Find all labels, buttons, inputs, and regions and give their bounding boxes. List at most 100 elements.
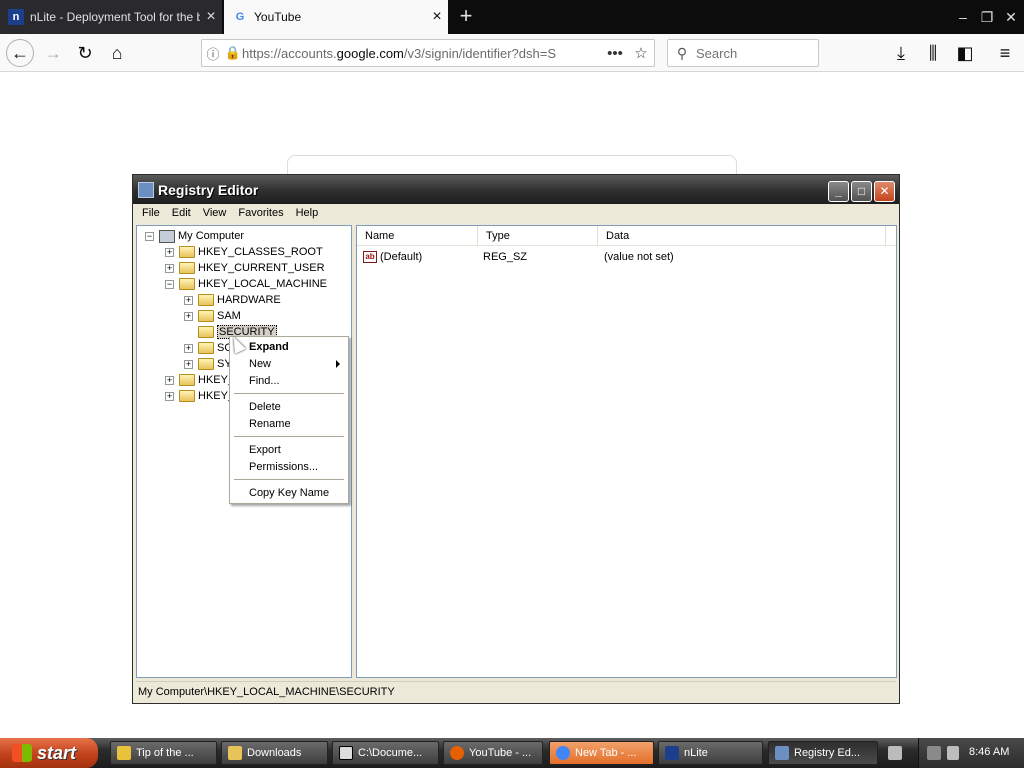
values-list[interactable]: Name Type Data ab (Default) REG_SZ (valu… bbox=[356, 225, 897, 678]
tree-label[interactable]: My Computer bbox=[178, 230, 244, 242]
menu-item-new[interactable]: New bbox=[232, 356, 346, 372]
tab-close-icon[interactable]: × bbox=[426, 8, 448, 26]
menu-help[interactable]: Help bbox=[290, 205, 325, 223]
menu-edit[interactable]: Edit bbox=[166, 205, 197, 223]
menu-item-copy-key-name[interactable]: Copy Key Name bbox=[232, 485, 346, 501]
download-icon[interactable]: ⤓ bbox=[888, 40, 914, 66]
page-actions-icon[interactable]: ••• bbox=[602, 45, 628, 62]
column-type-header[interactable]: Type bbox=[478, 226, 598, 246]
close-button[interactable]: ✕ bbox=[874, 181, 895, 202]
lock-icon[interactable]: 🔒 bbox=[224, 45, 242, 61]
sidebar-icon[interactable]: ◧ bbox=[952, 40, 978, 66]
menu-item-delete[interactable]: Delete bbox=[232, 399, 346, 415]
url-text[interactable]: https://accounts.google.com/v3/signin/id… bbox=[242, 46, 602, 61]
folder-icon bbox=[198, 358, 214, 370]
start-button[interactable]: start bbox=[0, 738, 98, 768]
expand-icon[interactable]: + bbox=[184, 295, 193, 305]
menu-icon[interactable]: ≡ bbox=[992, 40, 1018, 66]
expand-icon[interactable]: + bbox=[184, 311, 193, 321]
context-menu: Expand New Find... Delete Rename Export … bbox=[229, 336, 349, 504]
keyboard-icon[interactable] bbox=[882, 741, 908, 765]
expand-icon[interactable]: + bbox=[165, 391, 174, 401]
collapse-icon[interactable]: − bbox=[145, 231, 154, 241]
maximize-button[interactable]: □ bbox=[851, 181, 872, 202]
tree-node-hardware[interactable]: + HARDWARE bbox=[184, 292, 281, 308]
expand-icon[interactable]: + bbox=[184, 359, 193, 369]
submenu-arrow-icon bbox=[336, 360, 340, 368]
menu-item-expand[interactable]: Expand bbox=[232, 339, 346, 355]
tree-node-hku[interactable]: + HKEY_ bbox=[165, 372, 234, 388]
expand-icon[interactable]: + bbox=[165, 247, 174, 257]
column-data-header[interactable]: Data bbox=[598, 226, 886, 246]
clock[interactable]: 8:46 AM bbox=[969, 746, 1009, 758]
tree-label[interactable]: HARDWARE bbox=[217, 294, 281, 306]
back-arrow-icon[interactable]: ← bbox=[6, 39, 34, 67]
new-tab-icon[interactable]: + bbox=[454, 5, 478, 29]
reload-icon[interactable]: ↻ bbox=[72, 40, 98, 66]
tree-label[interactable]: HKEY_CURRENT_USER bbox=[198, 262, 325, 274]
tab-title: YouTube bbox=[254, 10, 302, 24]
menu-favorites[interactable]: Favorites bbox=[232, 205, 289, 223]
folder-icon bbox=[179, 278, 195, 290]
task-registry-editor[interactable]: Registry Ed... bbox=[768, 741, 878, 765]
restore-icon[interactable]: ❐ bbox=[976, 6, 998, 28]
tree-label[interactable]: HKEY_CLASSES_ROOT bbox=[198, 246, 323, 258]
expand-icon[interactable]: + bbox=[184, 343, 193, 353]
window-title-bar[interactable]: Registry Editor _ □ ✕ bbox=[133, 175, 899, 204]
menu-item-rename[interactable]: Rename bbox=[232, 416, 346, 432]
folder-icon bbox=[228, 746, 242, 760]
tree-node-sam[interactable]: + SAM bbox=[184, 308, 241, 324]
task-tip-of-the-day[interactable]: Tip of the ... bbox=[110, 741, 217, 765]
system-tray: 8:46 AM bbox=[918, 738, 1024, 768]
info-icon[interactable]: ⓘ bbox=[202, 44, 224, 63]
task-chrome[interactable]: New Tab - ... bbox=[549, 741, 654, 765]
tree-node-my-computer[interactable]: − My Computer bbox=[145, 228, 244, 244]
minimize-button[interactable]: _ bbox=[828, 181, 849, 202]
tree-node-hkcu[interactable]: + HKEY_CURRENT_USER bbox=[165, 260, 325, 276]
forward-arrow-icon[interactable]: → bbox=[40, 40, 66, 66]
tree-node-system[interactable]: + SY bbox=[184, 356, 232, 372]
list-item[interactable]: ab (Default) REG_SZ (value not set) bbox=[363, 249, 674, 265]
home-icon[interactable]: ⌂ bbox=[104, 40, 130, 66]
tree-label[interactable]: HKEY_LOCAL_MACHINE bbox=[198, 278, 327, 290]
status-bar: My Computer\HKEY_LOCAL_MACHINE\SECURITY bbox=[136, 681, 896, 701]
tab-youtube[interactable]: G YouTube × bbox=[224, 0, 448, 34]
nlite-icon bbox=[665, 746, 679, 760]
expand-icon[interactable]: + bbox=[165, 263, 174, 273]
column-name-header[interactable]: Name bbox=[357, 226, 478, 246]
string-value-icon: ab bbox=[363, 251, 377, 263]
task-downloads[interactable]: Downloads bbox=[221, 741, 328, 765]
search-placeholder: Search bbox=[696, 45, 738, 61]
menu-item-permissions[interactable]: Permissions... bbox=[232, 459, 346, 475]
start-label: start bbox=[37, 742, 77, 763]
tab-nlite[interactable]: n nLite - Deployment Tool for the bo × bbox=[0, 0, 222, 34]
tree-node-hkcr[interactable]: + HKEY_CLASSES_ROOT bbox=[165, 244, 323, 260]
url-bar[interactable]: ⓘ 🔒 https://accounts.google.com/v3/signi… bbox=[201, 39, 655, 67]
browser-tab-bar: n nLite - Deployment Tool for the bo × G… bbox=[0, 0, 1024, 34]
task-nlite[interactable]: nLite bbox=[658, 741, 763, 765]
window-title: Registry Editor bbox=[158, 182, 259, 198]
menu-separator bbox=[234, 479, 344, 480]
menu-view[interactable]: View bbox=[197, 205, 233, 223]
task-firefox[interactable]: YouTube - ... bbox=[443, 741, 543, 765]
menu-file[interactable]: File bbox=[136, 205, 166, 223]
lightbulb-icon bbox=[117, 746, 131, 760]
bookmark-star-icon[interactable]: ☆ bbox=[628, 44, 654, 62]
task-7zip[interactable]: C:\Docume... bbox=[332, 741, 439, 765]
tab-close-icon[interactable]: × bbox=[200, 8, 222, 26]
tree-node-hkcc[interactable]: + HKEY_ bbox=[165, 388, 234, 404]
tree-node-hklm[interactable]: − HKEY_LOCAL_MACHINE bbox=[165, 276, 327, 292]
chrome-icon bbox=[556, 746, 570, 760]
tree-node-software[interactable]: + SO bbox=[184, 340, 233, 356]
volume-icon[interactable] bbox=[947, 746, 959, 760]
menu-item-find[interactable]: Find... bbox=[232, 373, 346, 389]
library-icon[interactable]: ⫼ bbox=[920, 40, 946, 66]
network-icon[interactable] bbox=[927, 746, 941, 760]
search-input[interactable]: ⚲ Search bbox=[667, 39, 819, 67]
close-window-icon[interactable]: ✕ bbox=[1000, 6, 1022, 28]
expand-icon[interactable]: + bbox=[165, 375, 174, 385]
menu-item-export[interactable]: Export bbox=[232, 442, 346, 458]
minimize-icon[interactable]: – bbox=[952, 6, 974, 28]
tree-label[interactable]: SAM bbox=[217, 310, 241, 322]
collapse-icon[interactable]: − bbox=[165, 279, 174, 289]
